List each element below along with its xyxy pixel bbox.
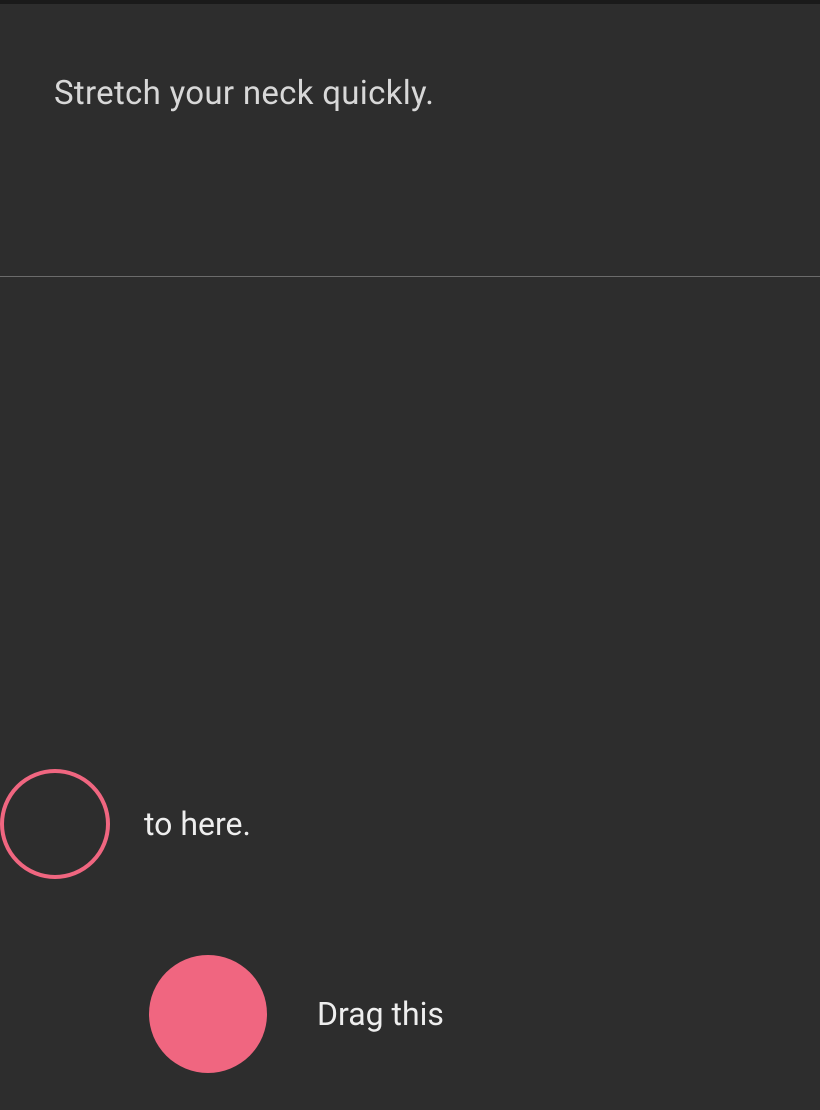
- drag-handle-label: Drag this: [317, 995, 444, 1033]
- drag-handle-circle[interactable]: [149, 955, 267, 1073]
- drop-target-circle[interactable]: [0, 769, 110, 879]
- drag-source-row: Drag this: [149, 955, 444, 1073]
- instruction-panel: Stretch your neck quickly.: [0, 4, 820, 277]
- drop-target-row: to here.: [0, 769, 251, 879]
- instruction-text: Stretch your neck quickly.: [54, 74, 820, 113]
- drop-target-label: to here.: [144, 805, 251, 843]
